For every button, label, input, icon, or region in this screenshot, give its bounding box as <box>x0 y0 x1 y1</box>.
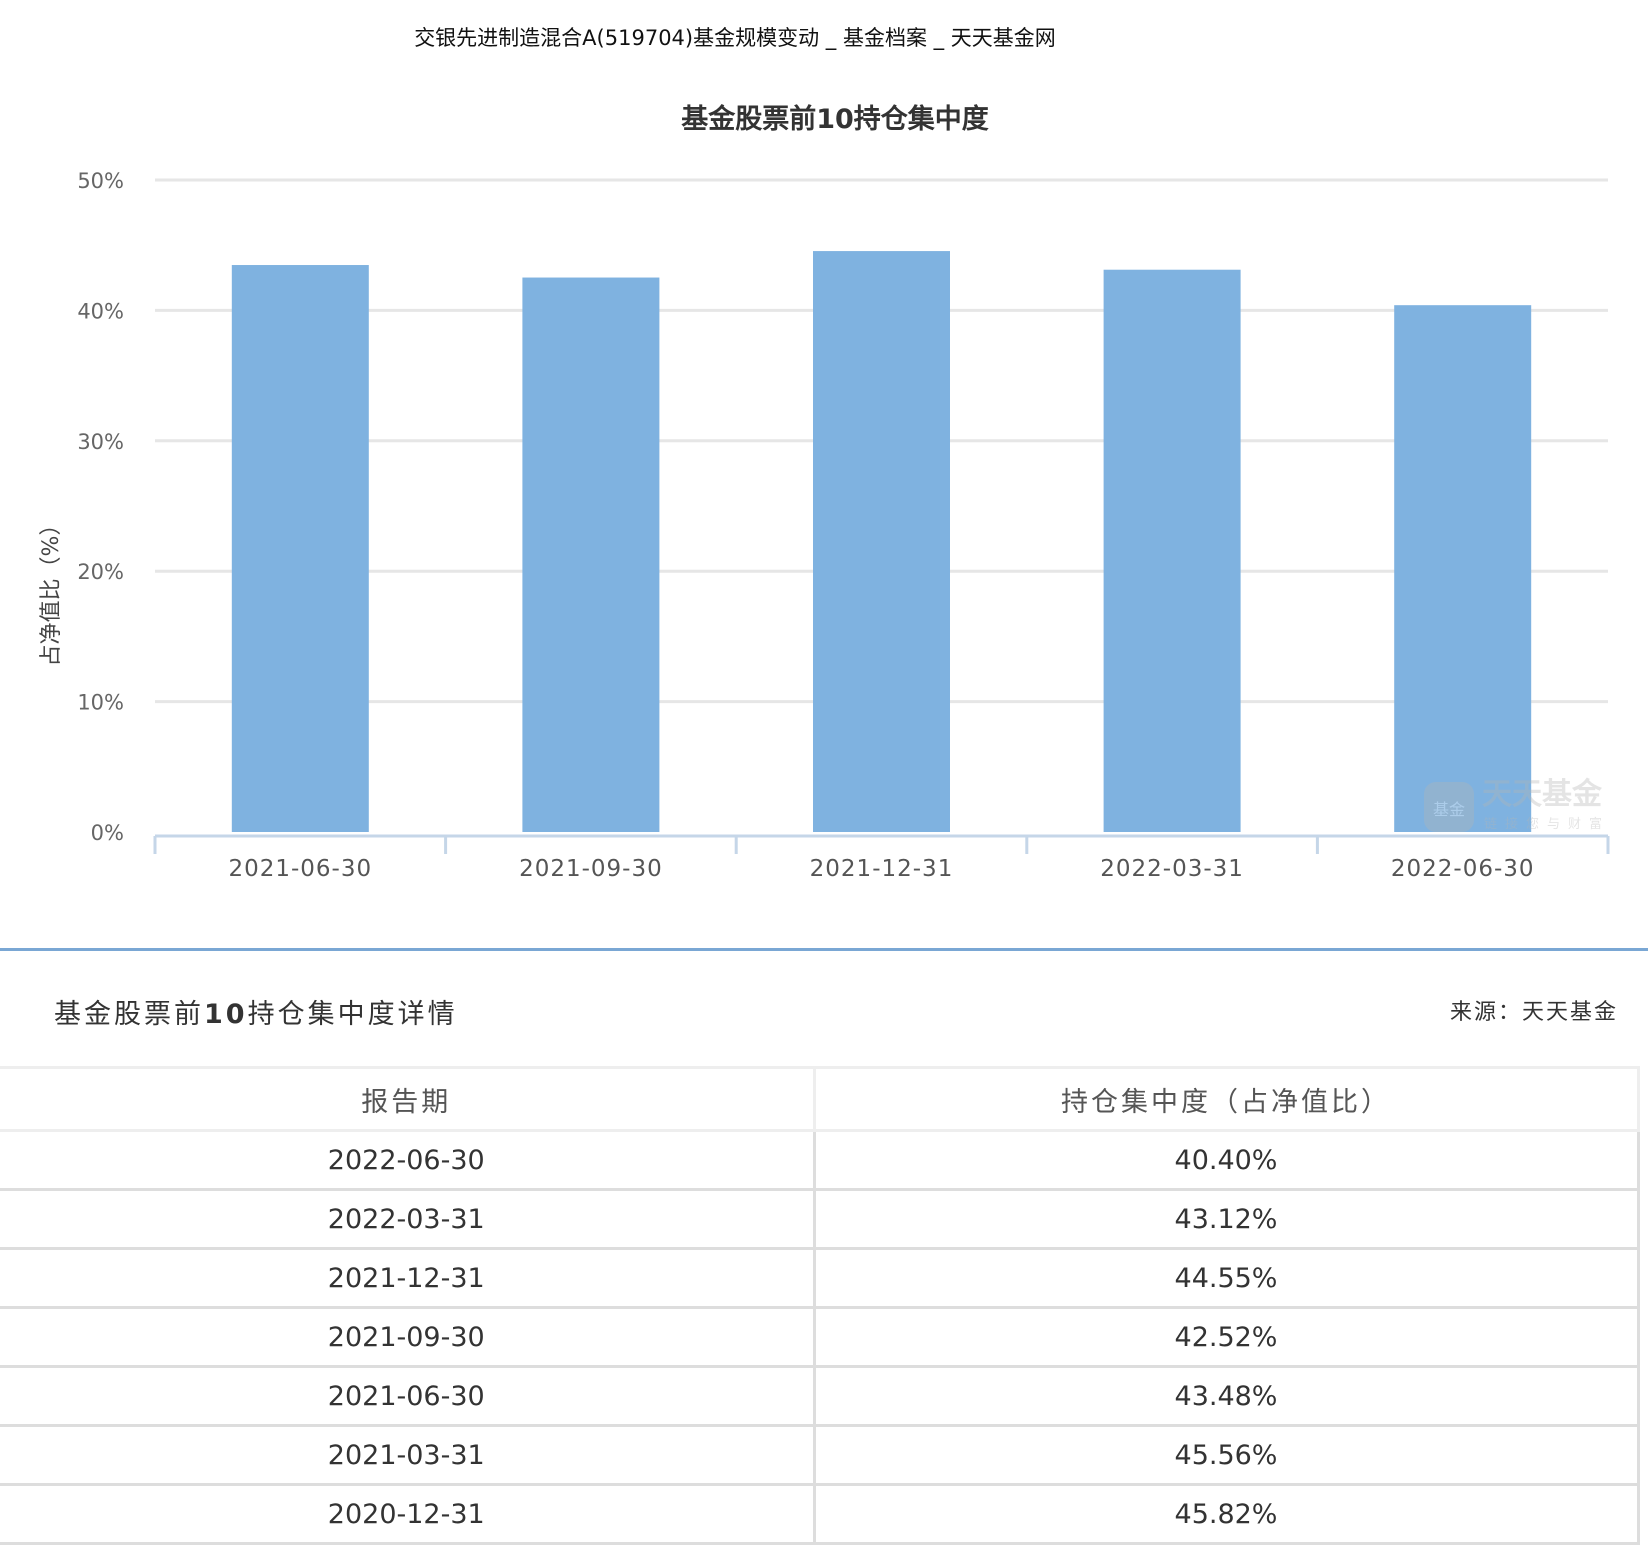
cell-period: 2021-06-30 <box>0 1365 816 1427</box>
cell-concentration: 44.55% <box>812 1247 1640 1309</box>
table-row: 2021-12-31 44.55% <box>0 1247 1640 1309</box>
table-row: 2021-09-30 42.52% <box>0 1306 1640 1368</box>
y-tick-label: 20% <box>77 560 124 584</box>
bar-2022-03-31 <box>1103 269 1241 832</box>
bar-2022-06-30 <box>1394 305 1532 832</box>
details-title-suffix: 持仓集中度详情 <box>247 999 458 1030</box>
y-axis-label: 占净值比（%） <box>39 514 64 667</box>
table-row: 2022-06-30 40.40% <box>0 1129 1640 1191</box>
y-tick-label: 40% <box>77 299 124 323</box>
x-tick-label: 2021-12-31 <box>810 856 954 882</box>
concentration-bar-chart: 基金股票前10持仓集中度 0% 10% 20% 30% 40% 50% 占净值比（%） 2… <box>39 103 1610 882</box>
watermark-brand: 天天基金 <box>1482 777 1603 812</box>
y-tick-label: 10% <box>77 691 124 715</box>
watermark-badge: 基金 <box>1433 800 1465 819</box>
cell-period: 2021-12-31 <box>0 1247 816 1309</box>
y-tick-label: 50% <box>77 169 124 193</box>
y-tick-label: 0% <box>91 821 124 845</box>
x-tick-label: 2022-03-31 <box>1100 856 1244 882</box>
cell-concentration: 43.12% <box>812 1188 1640 1250</box>
details-title-prefix: 基金股票前 <box>54 999 204 1030</box>
table-row: 2021-06-30 43.48% <box>0 1365 1640 1427</box>
bar-2021-12-31 <box>813 251 950 832</box>
cell-period: 2022-06-30 <box>0 1129 816 1191</box>
table-row: 2021-03-31 45.56% <box>0 1424 1640 1486</box>
chart-title: 基金股票前10持仓集中度 <box>681 103 989 135</box>
bars <box>231 251 1532 832</box>
details-table: 报告期 持仓集中度（占净值比） 2022-06-30 40.40% 2022-03-… <box>0 1066 1640 1545</box>
bar-2021-06-30 <box>231 265 369 832</box>
source-label: 来源：天天基金 <box>1449 1000 1618 1025</box>
cell-concentration: 42.52% <box>812 1306 1640 1368</box>
details-title: 基金股票前10持仓集中度详情 <box>54 992 458 1031</box>
x-tick-label: 2021-06-30 <box>228 856 372 882</box>
x-axis <box>153 834 1610 854</box>
cell-period: 2022-03-31 <box>0 1188 816 1250</box>
x-tick-label: 2022-06-30 <box>1391 856 1535 882</box>
table-row: 2022-03-31 43.12% <box>0 1188 1640 1250</box>
table-row: 2020-12-31 45.82% <box>0 1483 1640 1545</box>
cell-concentration: 43.48% <box>812 1365 1640 1427</box>
y-tick-label: 30% <box>77 430 124 454</box>
x-axis-tick-labels: 2021-06-30 2021-09-30 2021-12-31 2022-03-31… <box>228 856 1535 882</box>
watermark-slogan: 链接您与财富 <box>1484 816 1610 832</box>
cell-concentration: 45.82% <box>812 1483 1640 1545</box>
cell-period: 2021-09-30 <box>0 1306 816 1368</box>
details-title-number: 10 <box>204 999 248 1030</box>
column-header-period: 报告期 <box>0 1066 816 1132</box>
y-axis-ticks: 0% 10% 20% 30% 40% 50% <box>77 169 124 845</box>
watermark-logo: 基金 天天基金 链接您与财富 <box>1424 777 1610 832</box>
column-header-concentration: 持仓集中度（占净值比） <box>812 1066 1640 1132</box>
cell-concentration: 40.40% <box>812 1129 1640 1191</box>
table-header-row: 报告期 持仓集中度（占净值比） <box>0 1066 1640 1132</box>
x-tick-label: 2021-09-30 <box>519 856 663 882</box>
page-title: 交银先进制造混合A(519704)基金规模变动 _ 基金档案 _ 天天基金网 <box>414 26 1056 50</box>
cell-concentration: 45.56% <box>812 1424 1640 1486</box>
cell-period: 2020-12-31 <box>0 1483 816 1545</box>
bar-2021-09-30 <box>522 277 660 832</box>
section-divider <box>0 948 1648 951</box>
cell-period: 2021-03-31 <box>0 1424 816 1486</box>
